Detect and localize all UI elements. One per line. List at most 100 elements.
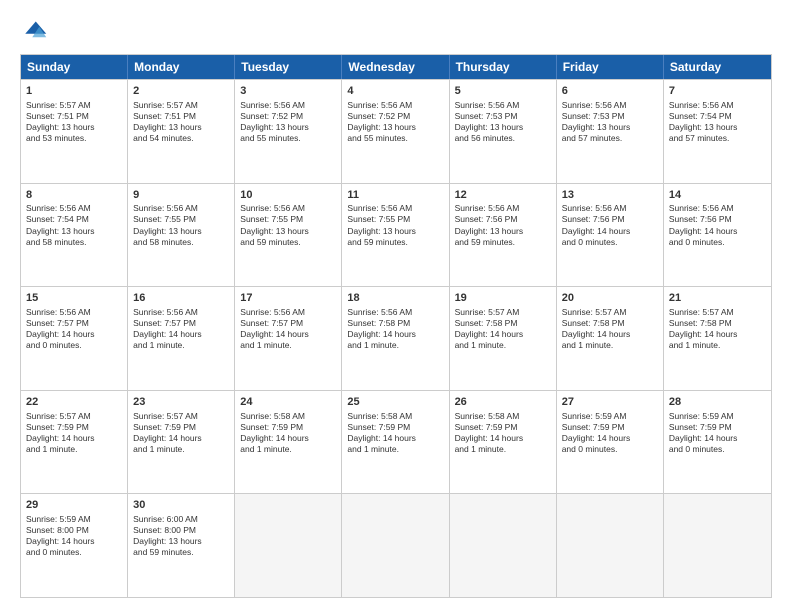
- day-number: 30: [133, 498, 229, 513]
- day-number: 8: [26, 188, 122, 203]
- calendar-cell-8: 8Sunrise: 5:56 AMSunset: 7:54 PMDaylight…: [21, 184, 128, 287]
- calendar-cell-empty: [342, 494, 449, 597]
- calendar-cell-26: 26Sunrise: 5:58 AMSunset: 7:59 PMDayligh…: [450, 391, 557, 494]
- cell-info: Sunrise: 5:57 AMSunset: 7:58 PMDaylight:…: [669, 307, 766, 351]
- calendar-cell-1: 1Sunrise: 5:57 AMSunset: 7:51 PMDaylight…: [21, 80, 128, 183]
- day-number: 20: [562, 291, 658, 306]
- logo: [20, 18, 52, 46]
- day-number: 27: [562, 395, 658, 410]
- cell-info: Sunrise: 6:00 AMSunset: 8:00 PMDaylight:…: [133, 514, 229, 558]
- day-number: 14: [669, 188, 766, 203]
- day-number: 7: [669, 84, 766, 99]
- day-number: 15: [26, 291, 122, 306]
- day-number: 4: [347, 84, 443, 99]
- header: [20, 18, 772, 46]
- calendar-cell-27: 27Sunrise: 5:59 AMSunset: 7:59 PMDayligh…: [557, 391, 664, 494]
- calendar-cell-24: 24Sunrise: 5:58 AMSunset: 7:59 PMDayligh…: [235, 391, 342, 494]
- cell-info: Sunrise: 5:56 AMSunset: 7:53 PMDaylight:…: [562, 100, 658, 144]
- calendar-cell-7: 7Sunrise: 5:56 AMSunset: 7:54 PMDaylight…: [664, 80, 771, 183]
- day-number: 10: [240, 188, 336, 203]
- calendar-row-4: 22Sunrise: 5:57 AMSunset: 7:59 PMDayligh…: [21, 390, 771, 494]
- calendar-cell-21: 21Sunrise: 5:57 AMSunset: 7:58 PMDayligh…: [664, 287, 771, 390]
- cell-info: Sunrise: 5:56 AMSunset: 7:57 PMDaylight:…: [240, 307, 336, 351]
- cell-info: Sunrise: 5:56 AMSunset: 7:58 PMDaylight:…: [347, 307, 443, 351]
- calendar-cell-16: 16Sunrise: 5:56 AMSunset: 7:57 PMDayligh…: [128, 287, 235, 390]
- page: SundayMondayTuesdayWednesdayThursdayFrid…: [0, 0, 792, 612]
- cell-info: Sunrise: 5:57 AMSunset: 7:58 PMDaylight:…: [562, 307, 658, 351]
- cell-info: Sunrise: 5:56 AMSunset: 7:52 PMDaylight:…: [347, 100, 443, 144]
- day-number: 17: [240, 291, 336, 306]
- calendar-header: SundayMondayTuesdayWednesdayThursdayFrid…: [21, 55, 771, 79]
- cell-info: Sunrise: 5:56 AMSunset: 7:52 PMDaylight:…: [240, 100, 336, 144]
- day-number: 1: [26, 84, 122, 99]
- calendar-cell-13: 13Sunrise: 5:56 AMSunset: 7:56 PMDayligh…: [557, 184, 664, 287]
- cell-info: Sunrise: 5:59 AMSunset: 8:00 PMDaylight:…: [26, 514, 122, 558]
- calendar-cell-2: 2Sunrise: 5:57 AMSunset: 7:51 PMDaylight…: [128, 80, 235, 183]
- calendar-cell-23: 23Sunrise: 5:57 AMSunset: 7:59 PMDayligh…: [128, 391, 235, 494]
- calendar-cell-empty: [557, 494, 664, 597]
- header-day-wednesday: Wednesday: [342, 55, 449, 79]
- cell-info: Sunrise: 5:57 AMSunset: 7:59 PMDaylight:…: [133, 411, 229, 455]
- calendar-cell-9: 9Sunrise: 5:56 AMSunset: 7:55 PMDaylight…: [128, 184, 235, 287]
- calendar-cell-3: 3Sunrise: 5:56 AMSunset: 7:52 PMDaylight…: [235, 80, 342, 183]
- cell-info: Sunrise: 5:56 AMSunset: 7:53 PMDaylight:…: [455, 100, 551, 144]
- header-day-saturday: Saturday: [664, 55, 771, 79]
- logo-icon: [20, 18, 48, 46]
- cell-info: Sunrise: 5:56 AMSunset: 7:55 PMDaylight:…: [133, 203, 229, 247]
- day-number: 13: [562, 188, 658, 203]
- day-number: 12: [455, 188, 551, 203]
- calendar-cell-empty: [450, 494, 557, 597]
- calendar-cell-29: 29Sunrise: 5:59 AMSunset: 8:00 PMDayligh…: [21, 494, 128, 597]
- calendar-cell-18: 18Sunrise: 5:56 AMSunset: 7:58 PMDayligh…: [342, 287, 449, 390]
- calendar-cell-11: 11Sunrise: 5:56 AMSunset: 7:55 PMDayligh…: [342, 184, 449, 287]
- cell-info: Sunrise: 5:57 AMSunset: 7:51 PMDaylight:…: [133, 100, 229, 144]
- header-day-tuesday: Tuesday: [235, 55, 342, 79]
- calendar-row-3: 15 Sunrise: 5:56 AMSunset: 7:57 PMDayligh…: [21, 286, 771, 390]
- calendar-cell-4: 4Sunrise: 5:56 AMSunset: 7:52 PMDaylight…: [342, 80, 449, 183]
- day-number: 25: [347, 395, 443, 410]
- calendar-cell-5: 5Sunrise: 5:56 AMSunset: 7:53 PMDaylight…: [450, 80, 557, 183]
- cell-info: Sunrise: 5:56 AMSunset: 7:56 PMDaylight:…: [669, 203, 766, 247]
- calendar-cell-30: 30Sunrise: 6:00 AMSunset: 8:00 PMDayligh…: [128, 494, 235, 597]
- cell-info: Sunrise: 5:56 AMSunset: 7:56 PMDaylight:…: [455, 203, 551, 247]
- day-number: 24: [240, 395, 336, 410]
- header-day-monday: Monday: [128, 55, 235, 79]
- day-number: 2: [133, 84, 229, 99]
- cell-info: Sunrise: 5:56 AMSunset: 7:55 PMDaylight:…: [347, 203, 443, 247]
- day-number: 22: [26, 395, 122, 410]
- day-number: 18: [347, 291, 443, 306]
- header-day-sunday: Sunday: [21, 55, 128, 79]
- header-day-friday: Friday: [557, 55, 664, 79]
- calendar-body: 1Sunrise: 5:57 AMSunset: 7:51 PMDaylight…: [21, 79, 771, 597]
- calendar-cell-15: 15Sunrise: 5:56 AMSunset: 7:57 PMDayligh…: [21, 287, 128, 390]
- day-number: 28: [669, 395, 766, 410]
- calendar-cell-17: 17Sunrise: 5:56 AMSunset: 7:57 PMDayligh…: [235, 287, 342, 390]
- calendar-cell-25: 25Sunrise: 5:58 AMSunset: 7:59 PMDayligh…: [342, 391, 449, 494]
- cell-info: Sunrise: 5:56 AMSunset: 7:57 PMDaylight:…: [133, 307, 229, 351]
- day-number: 19: [455, 291, 551, 306]
- day-number: 3: [240, 84, 336, 99]
- cell-info: Sunrise: 5:56 AMSunset: 7:54 PMDaylight:…: [669, 100, 766, 144]
- day-number: 23: [133, 395, 229, 410]
- calendar-cell-6: 6Sunrise: 5:56 AMSunset: 7:53 PMDaylight…: [557, 80, 664, 183]
- calendar-cell-14: 14Sunrise: 5:56 AMSunset: 7:56 PMDayligh…: [664, 184, 771, 287]
- cell-info: Sunrise: 5:56 AMSunset: 7:55 PMDaylight:…: [240, 203, 336, 247]
- cell-info: Sunrise: 5:57 AMSunset: 7:51 PMDaylight:…: [26, 100, 122, 144]
- cell-info: Sunrise: 5:57 AMSunset: 7:58 PMDaylight:…: [455, 307, 551, 351]
- day-number: 6: [562, 84, 658, 99]
- day-number: 21: [669, 291, 766, 306]
- calendar-row-5: 29Sunrise: 5:59 AMSunset: 8:00 PMDayligh…: [21, 493, 771, 597]
- cell-info: Sunrise: 5:58 AMSunset: 7:59 PMDaylight:…: [455, 411, 551, 455]
- header-day-thursday: Thursday: [450, 55, 557, 79]
- cell-info: Sunrise: 5:59 AMSunset: 7:59 PMDaylight:…: [669, 411, 766, 455]
- day-number: 5: [455, 84, 551, 99]
- calendar-row-2: 8Sunrise: 5:56 AMSunset: 7:54 PMDaylight…: [21, 183, 771, 287]
- cell-info: Sunrise: 5:56 AMSunset: 7:56 PMDaylight:…: [562, 203, 658, 247]
- cell-info: Sunrise: 5:58 AMSunset: 7:59 PMDaylight:…: [347, 411, 443, 455]
- calendar-cell-28: 28Sunrise: 5:59 AMSunset: 7:59 PMDayligh…: [664, 391, 771, 494]
- calendar-cell-22: 22Sunrise: 5:57 AMSunset: 7:59 PMDayligh…: [21, 391, 128, 494]
- day-number: 11: [347, 188, 443, 203]
- day-number: 16: [133, 291, 229, 306]
- cell-info: Sunrise: 5:57 AMSunset: 7:59 PMDaylight:…: [26, 411, 122, 455]
- day-number: 29: [26, 498, 122, 513]
